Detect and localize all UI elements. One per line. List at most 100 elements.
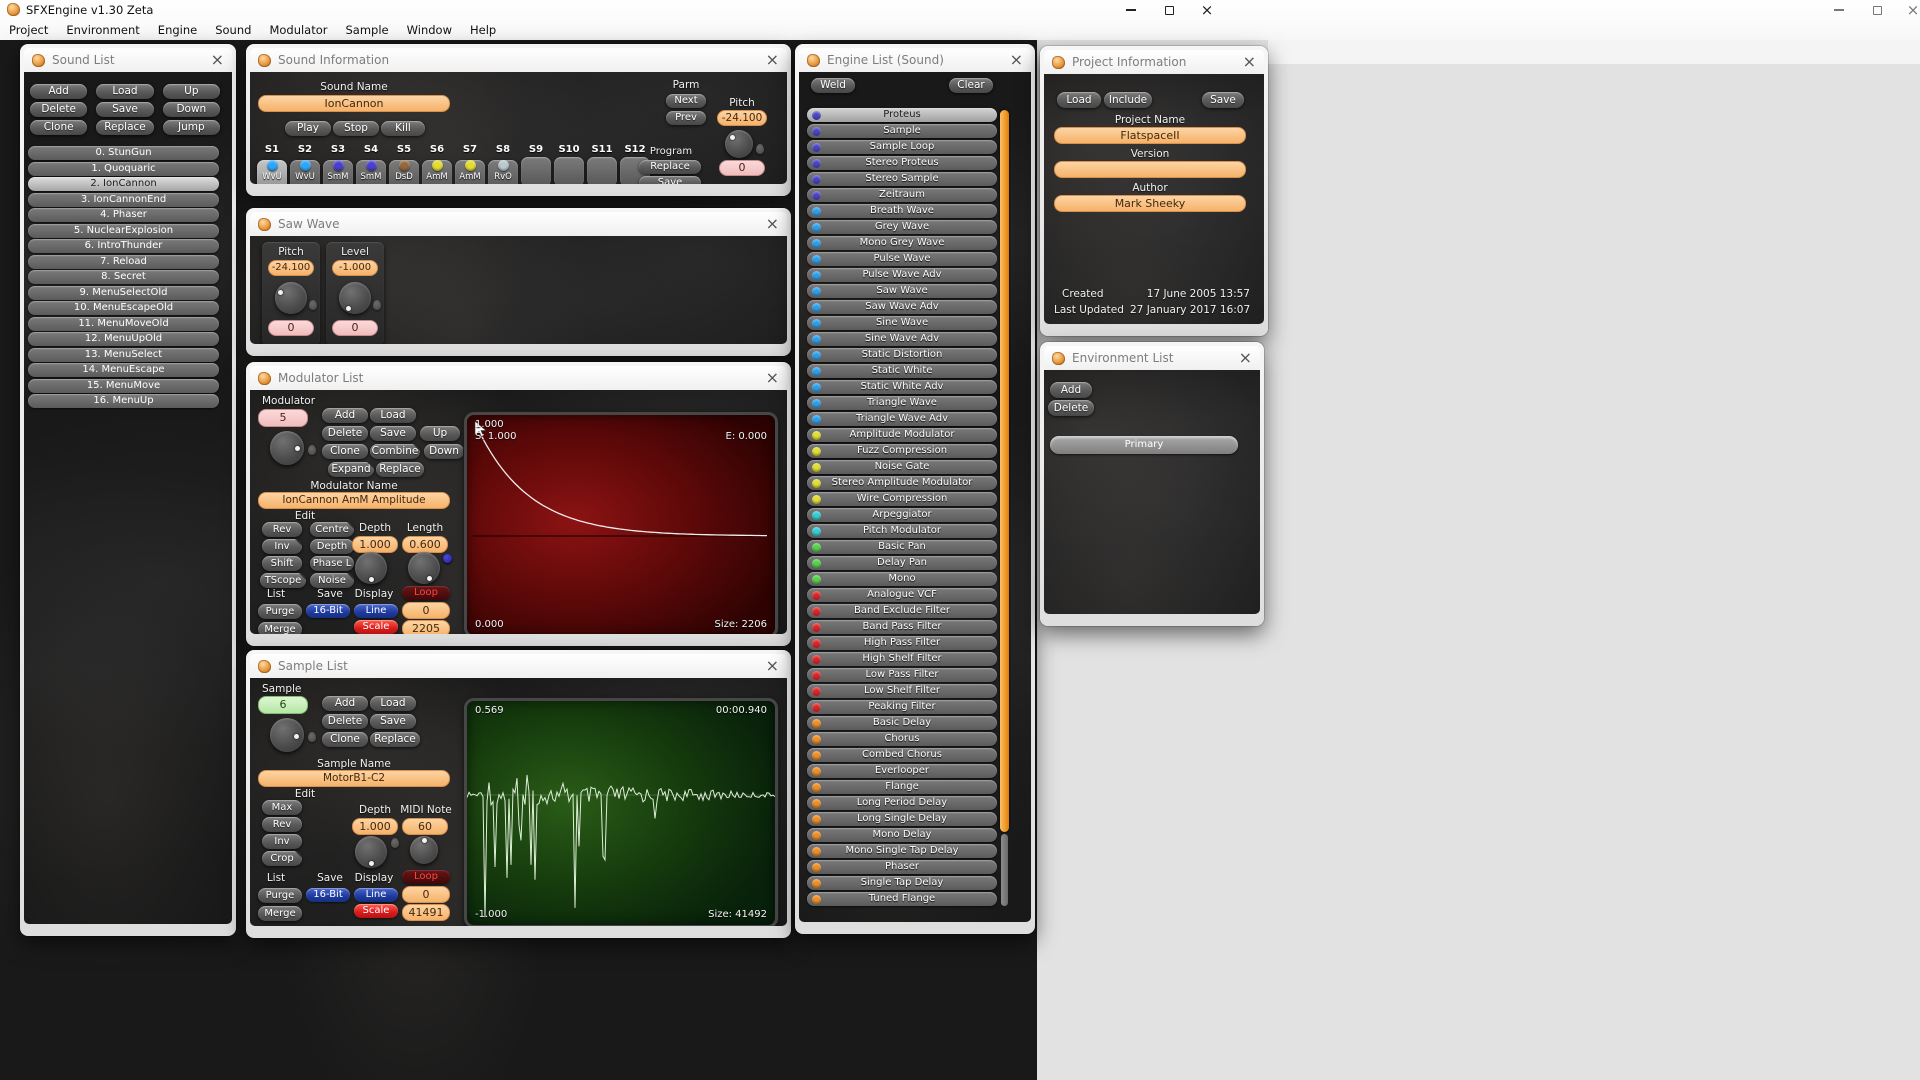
- sound-list-item[interactable]: 12. MenuUpOld: [28, 332, 219, 346]
- purge-button[interactable]: Purge: [258, 888, 302, 903]
- version-field[interactable]: [1054, 161, 1246, 178]
- engine-item[interactable]: Stereo Sample: [807, 172, 997, 186]
- sound-list-item[interactable]: 0. StunGun: [28, 146, 219, 160]
- 16bit-button[interactable]: 16-Bit: [306, 604, 350, 618]
- delete-button[interactable]: Delete: [322, 426, 368, 441]
- project-name-field[interactable]: FlatspaceII: [1054, 127, 1246, 144]
- engine-item[interactable]: Peaking Filter: [807, 700, 997, 714]
- engine-item[interactable]: Static White Adv: [807, 380, 997, 394]
- engine-item[interactable]: Sine Wave: [807, 316, 997, 330]
- close-icon[interactable]: [766, 370, 779, 386]
- close-icon[interactable]: [1243, 54, 1256, 70]
- engine-item[interactable]: Basic Delay: [807, 716, 997, 730]
- menu-window[interactable]: Window: [398, 20, 461, 40]
- sound-list-titlebar[interactable]: Sound List: [24, 48, 232, 72]
- engine-item[interactable]: High Shelf Filter: [807, 652, 997, 666]
- rev-button[interactable]: Rev: [262, 522, 302, 537]
- play-button[interactable]: Play: [285, 121, 331, 136]
- save-button[interactable]: Save: [96, 102, 153, 117]
- engine-item[interactable]: Triangle Wave Adv: [807, 412, 997, 426]
- engine-item[interactable]: Saw Wave: [807, 284, 997, 298]
- close-icon[interactable]: [766, 658, 779, 674]
- engine-item[interactable]: Band Exclude Filter: [807, 604, 997, 618]
- expand-button[interactable]: Expand: [328, 462, 374, 477]
- weld-button[interactable]: Weld: [811, 78, 855, 93]
- loop-start-field[interactable]: 0: [402, 886, 450, 903]
- next-button[interactable]: Next: [666, 94, 706, 108]
- noise-button[interactable]: Noise: [310, 573, 354, 588]
- minimize-button[interactable]: [1118, 2, 1144, 18]
- up-button[interactable]: Up: [420, 426, 460, 441]
- saw-wave-titlebar[interactable]: Saw Wave: [250, 212, 787, 236]
- slot-s5-button[interactable]: DsD: [389, 160, 419, 184]
- shift-button[interactable]: Shift: [262, 556, 302, 571]
- save-button[interactable]: Save: [1202, 92, 1244, 108]
- sound-list-item[interactable]: 15. MenuMove: [28, 379, 219, 393]
- max-button[interactable]: Max: [262, 800, 302, 815]
- slot-s11-button[interactable]: [587, 157, 617, 184]
- sound-information-titlebar[interactable]: Sound Information: [250, 48, 787, 72]
- depth-knob[interactable]: [355, 836, 387, 868]
- engine-item[interactable]: Sine Wave Adv: [807, 332, 997, 346]
- sound-list-item[interactable]: 14. MenuEscape: [28, 363, 219, 377]
- combine-button[interactable]: Combine: [370, 444, 420, 459]
- engine-item[interactable]: Triangle Wave: [807, 396, 997, 410]
- menu-sound[interactable]: Sound: [206, 20, 260, 40]
- loop-end-field[interactable]: 2205: [402, 620, 450, 634]
- engine-item[interactable]: Flange: [807, 780, 997, 794]
- menu-help[interactable]: Help: [461, 20, 505, 40]
- modulator-waveform-display[interactable]: 1.000 S: 1.000 E: 0.000 0.000 Size: 2206: [464, 412, 778, 634]
- project-information-titlebar[interactable]: Project Information: [1044, 50, 1264, 74]
- engine-item[interactable]: Pulse Wave: [807, 252, 997, 266]
- engine-item[interactable]: Stereo Proteus: [807, 156, 997, 170]
- nav-dot[interactable]: [443, 554, 452, 563]
- clone-button[interactable]: Clone: [322, 732, 368, 747]
- save-button[interactable]: Save: [370, 426, 416, 441]
- down-button[interactable]: Down: [424, 444, 464, 459]
- close-icon[interactable]: [1239, 350, 1252, 366]
- scale-button[interactable]: Scale: [354, 904, 398, 918]
- sound-list-item[interactable]: 13. MenuSelect: [28, 348, 219, 362]
- depth-button[interactable]: Depth: [310, 539, 354, 554]
- replace-button[interactable]: Replace: [376, 462, 424, 477]
- background-window-minimize-button[interactable]: [1826, 2, 1852, 18]
- engine-item[interactable]: Noise Gate: [807, 460, 997, 474]
- engine-item[interactable]: Everlooper: [807, 764, 997, 778]
- scrollbar-track[interactable]: [1001, 834, 1008, 906]
- sound-list-item[interactable]: 10. MenuEscapeOld: [28, 301, 219, 315]
- engine-item[interactable]: Phaser: [807, 860, 997, 874]
- sound-list-item[interactable]: 2. IonCannon: [28, 177, 219, 191]
- merge-button[interactable]: Merge: [258, 906, 302, 921]
- engine-item[interactable]: Analogue VCF: [807, 588, 997, 602]
- sample-list-titlebar[interactable]: Sample List: [250, 654, 787, 678]
- sound-list-item[interactable]: 11. MenuMoveOld: [28, 317, 219, 331]
- slot-s10-button[interactable]: [554, 157, 584, 184]
- replace-button[interactable]: Replace: [370, 732, 420, 747]
- engine-item[interactable]: Mono Single Tap Delay: [807, 844, 997, 858]
- length-field[interactable]: 0.600: [402, 536, 448, 553]
- engine-item[interactable]: High Pass Filter: [807, 636, 997, 650]
- slot-s9-button[interactable]: [521, 157, 551, 184]
- save-button[interactable]: Save: [639, 176, 701, 184]
- engine-item[interactable]: Long Single Delay: [807, 812, 997, 826]
- sound-list-item[interactable]: 4. Phaser: [28, 208, 219, 222]
- engine-item[interactable]: Amplitude Modulator: [807, 428, 997, 442]
- centre-button[interactable]: Centre: [310, 522, 354, 537]
- depth-field[interactable]: 1.000: [352, 818, 398, 835]
- engine-item[interactable]: Breath Wave: [807, 204, 997, 218]
- pitch-field[interactable]: -24.100: [717, 110, 767, 126]
- engine-item[interactable]: Basic Pan: [807, 540, 997, 554]
- clone-button[interactable]: Clone: [30, 120, 87, 135]
- level-fine-field[interactable]: 0: [332, 320, 378, 336]
- pitch-knob[interactable]: [725, 130, 753, 158]
- sound-list-item[interactable]: 3. IonCannonEnd: [28, 193, 219, 207]
- sound-list-item[interactable]: 6. IntroThunder: [28, 239, 219, 253]
- engine-item[interactable]: Grey Wave: [807, 220, 997, 234]
- modulator-index-field[interactable]: 5: [258, 409, 308, 427]
- 16bit-button[interactable]: 16-Bit: [306, 888, 350, 902]
- sound-list-item[interactable]: 9. MenuSelectOld: [28, 286, 219, 300]
- midi-note-field[interactable]: 60: [402, 818, 448, 835]
- engine-item[interactable]: Band Pass Filter: [807, 620, 997, 634]
- replace-button[interactable]: Replace: [96, 120, 153, 135]
- engine-list-titlebar[interactable]: Engine List (Sound): [799, 48, 1031, 72]
